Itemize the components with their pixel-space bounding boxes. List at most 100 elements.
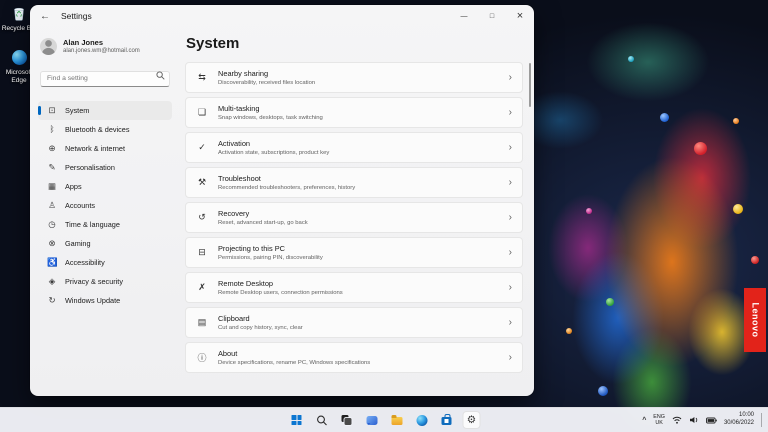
sidebar-item-accounts[interactable]: ♙ Accounts (38, 196, 172, 215)
edge-button[interactable] (413, 411, 431, 429)
chat-button[interactable] (363, 411, 381, 429)
user-profile[interactable]: Alan Jones alan.jones.wm@hotmail.com (38, 35, 172, 57)
sidebar-item-label: Apps (65, 181, 82, 191)
sidebar-item-label: Gaming (65, 238, 91, 248)
sidebar-item-system[interactable]: ⊡ System (38, 100, 172, 120)
settings-card-recovery[interactable]: ↺ Recovery Reset, advanced start-up, go … (185, 202, 523, 233)
accessibility-icon: ♿ (47, 256, 58, 267)
sidebar-item-time-language[interactable]: ◷ Time & language (38, 215, 172, 234)
sidebar-item-accessibility[interactable]: ♿ Accessibility (38, 253, 172, 272)
edge-icon (416, 414, 427, 426)
page-title: System (186, 35, 240, 52)
settings-sidebar: Alan Jones alan.jones.wm@hotmail.com ⊡ S… (30, 27, 180, 396)
card-title: Clipboard (218, 314, 250, 324)
card-title: Projecting to this PC (218, 244, 285, 254)
show-desktop-button[interactable] (761, 413, 764, 427)
card-subtitle: Cut and copy history, sync, clear (218, 324, 303, 331)
recovery-arrow-icon: ↺ (198, 212, 206, 222)
apps-grid-icon: ▦ (47, 180, 57, 191)
search-box (40, 67, 170, 87)
clock-icon: ◷ (48, 218, 56, 229)
clipboard-icon: ▤ (197, 317, 207, 327)
battery-icon[interactable] (706, 417, 717, 424)
back-button[interactable]: ← (40, 11, 56, 22)
settings-card-activation[interactable]: ✓ Activation Activation state, subscript… (185, 132, 523, 163)
task-view-button[interactable] (338, 411, 356, 429)
card-title: Troubleshoot (218, 174, 261, 184)
nearby-sharing-icon: ⇆ (198, 72, 206, 82)
card-title: Multi-tasking (218, 104, 260, 114)
card-title: Remote Desktop (218, 279, 274, 289)
sidebar-item-gaming[interactable]: ⊗ Gaming (38, 234, 172, 253)
chevron-right-icon: › (508, 177, 512, 188)
card-title: Nearby sharing (218, 69, 269, 79)
minimize-button[interactable]: — (450, 5, 478, 27)
paint-droplet (598, 386, 608, 396)
chat-bubble-icon (366, 415, 377, 425)
monitor-icon: ⊡ (48, 104, 56, 115)
card-subtitle: Discoverability, received files location (218, 79, 316, 86)
profile-name: Alan Jones (63, 38, 104, 47)
taskbar-search-button[interactable] (313, 411, 331, 429)
chevron-right-icon: › (508, 212, 512, 223)
language-indicator[interactable]: ENG UK (653, 414, 665, 427)
chevron-right-icon: › (508, 72, 512, 83)
task-view-icon (341, 415, 352, 425)
card-subtitle: Remote Desktop users, connection permiss… (218, 289, 343, 296)
sidebar-item-bluetooth-devices[interactable]: ᛒ Bluetooth & devices (38, 120, 172, 139)
desktop: Lenovo Recycle Bin Microsoft Edge ← Sett… (0, 0, 768, 432)
file-explorer-button[interactable] (388, 411, 406, 429)
settings-content: System ⇆ Nearby sharing Discoverability,… (180, 27, 534, 396)
sidebar-item-personalisation[interactable]: ✎ Personalisation (38, 158, 172, 177)
edge-icon (11, 50, 27, 65)
search-icon (156, 71, 165, 80)
settings-card-multi-tasking[interactable]: ❏ Multi-tasking Snap windows, desktops, … (185, 97, 523, 128)
tray-date: 30/06/2022 (723, 420, 754, 426)
card-subtitle: Permissions, pairing PIN, discoverabilit… (218, 254, 323, 261)
store-button[interactable] (438, 411, 456, 429)
remote-desktop-icon: ✗ (198, 282, 206, 292)
personalisation-icon: ✎ (48, 161, 56, 172)
volume-icon[interactable] (689, 416, 699, 424)
settings-card-about[interactable]: ⓘ About Device specifications, rename PC… (185, 342, 523, 373)
profile-email: alan.jones.wm@hotmail.com (63, 48, 140, 54)
avatar (40, 37, 57, 55)
settings-card-projecting[interactable]: ⊟ Projecting to this PC Permissions, pai… (185, 237, 523, 268)
hidden-icons-chevron[interactable]: ^ (642, 417, 646, 424)
clock[interactable]: 10:00 30/06/2022 (724, 412, 754, 428)
chevron-right-icon: › (508, 107, 512, 118)
settings-taskbar-button[interactable]: ⚙ (462, 411, 481, 429)
chevron-right-icon: › (508, 317, 512, 328)
start-button[interactable] (288, 411, 306, 429)
sidebar-item-network-internet[interactable]: ⊕ Network & internet (38, 139, 172, 158)
chevron-right-icon: › (508, 247, 512, 258)
paint-droplet (606, 298, 614, 306)
sidebar-item-windows-update[interactable]: ↻ Windows Update (38, 291, 172, 310)
settings-window: ← Settings — □ × Alan Jones alan.jones.w… (30, 5, 534, 396)
close-button[interactable]: × (506, 5, 534, 27)
scrollbar[interactable] (528, 63, 531, 107)
card-subtitle: Reset, advanced start-up, go back (218, 219, 308, 226)
maximize-button[interactable]: □ (478, 5, 506, 27)
recycle-bin-icon (14, 7, 24, 21)
paint-droplet (566, 328, 572, 334)
globe-icon: ⊕ (48, 142, 56, 153)
taskbar: ⚙ ^ ENG UK 10:00 30/06/2022 (0, 407, 768, 432)
paint-droplet (660, 113, 669, 122)
windows-logo-icon (291, 415, 302, 425)
settings-card-nearby-sharing[interactable]: ⇆ Nearby sharing Discoverability, receiv… (185, 62, 523, 93)
titlebar[interactable]: ← Settings — □ × (30, 5, 534, 27)
settings-card-clipboard[interactable]: ▤ Clipboard Cut and copy history, sync, … (185, 307, 523, 338)
card-title: Activation (218, 139, 251, 149)
chevron-right-icon: › (508, 282, 512, 293)
bluetooth-icon: ᛒ (49, 124, 55, 134)
settings-card-troubleshoot[interactable]: ⚒ Troubleshoot Recommended troubleshoote… (185, 167, 523, 198)
search-input[interactable] (40, 70, 170, 87)
settings-card-remote-desktop[interactable]: ✗ Remote Desktop Remote Desktop users, c… (185, 272, 523, 303)
card-subtitle: Snap windows, desktops, task switching (218, 114, 323, 121)
window-title: Settings (61, 11, 92, 21)
sidebar-item-apps[interactable]: ▦ Apps (38, 177, 172, 196)
sidebar-item-label: Accounts (65, 200, 96, 210)
wifi-icon[interactable] (672, 416, 682, 424)
sidebar-item-privacy-security[interactable]: ◈ Privacy & security (38, 272, 172, 291)
